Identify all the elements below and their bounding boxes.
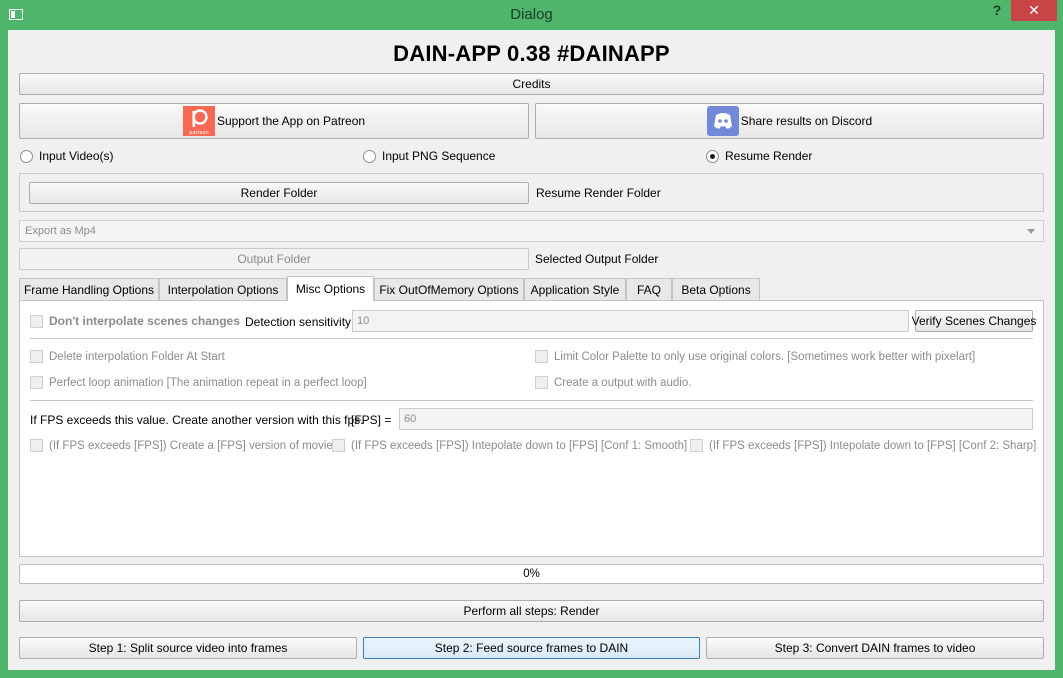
perfect-loop-label: Perfect loop animation [The animation re… bbox=[49, 376, 367, 389]
radio-indicator-checked bbox=[706, 149, 719, 163]
fps-create-version-label: (If FPS exceeds [FPS]) Create a [FPS] ve… bbox=[49, 439, 336, 452]
tab-fix-out-of-memory[interactable]: Fix OutOfMemory Options bbox=[374, 278, 524, 300]
output-folder-button[interactable]: Output Folder bbox=[19, 248, 529, 270]
patreon-logo-icon: patreon bbox=[182, 106, 215, 136]
checkbox-box bbox=[30, 439, 43, 452]
help-button[interactable]: ? bbox=[989, 2, 1005, 22]
radio-indicator bbox=[20, 149, 33, 163]
delete-folder-checkbox[interactable]: Delete interpolation Folder At Start bbox=[30, 350, 225, 363]
input-video-radio[interactable]: Input Video(s) bbox=[20, 149, 114, 163]
detection-sensitivity-input[interactable]: 10 bbox=[352, 310, 909, 332]
discord-logo-icon bbox=[706, 106, 739, 136]
tab-application-style[interactable]: Application Style bbox=[524, 278, 626, 300]
checkbox-box bbox=[690, 439, 703, 452]
export-format-value: Export as Mp4 bbox=[25, 225, 96, 237]
checkbox-box bbox=[535, 376, 548, 389]
render-progress-bar: 0% bbox=[19, 564, 1044, 584]
checkbox-box bbox=[30, 350, 43, 363]
close-button[interactable]: ✕ bbox=[1011, 0, 1057, 21]
dialog-window: Dialog ? ✕ DAIN-APP 0.38 #DAINAPP Credit… bbox=[0, 0, 1063, 678]
resume-render-radio[interactable]: Resume Render bbox=[706, 149, 812, 163]
app-heading: DAIN-APP 0.38 #DAINAPP bbox=[393, 41, 670, 66]
scene-change-label: Don't interpolate scenes changes bbox=[49, 314, 240, 328]
audio-output-label: Create a output with audio. bbox=[554, 376, 692, 389]
input-png-sequence-radio[interactable]: Input PNG Sequence bbox=[363, 149, 495, 163]
fps-create-version-checkbox[interactable]: (If FPS exceeds [FPS]) Create a [FPS] ve… bbox=[30, 439, 336, 452]
tab-faq[interactable]: FAQ bbox=[626, 278, 672, 300]
checkbox-box bbox=[30, 314, 43, 328]
step3-convert-button[interactable]: Step 3: Convert DAIN frames to video bbox=[706, 637, 1044, 659]
window-title: Dialog bbox=[510, 6, 553, 23]
render-folder-button[interactable]: Render Folder bbox=[29, 182, 529, 204]
fps-smooth-label: (If FPS exceeds [FPS]) Intepolate down t… bbox=[351, 439, 688, 452]
fps-sharp-label: (If FPS exceeds [FPS]) Intepolate down t… bbox=[709, 439, 1037, 452]
fps-equals-label: [FPS] = bbox=[351, 413, 392, 427]
audio-output-checkbox[interactable]: Create a output with audio. bbox=[535, 376, 691, 389]
discord-button-label: Share results on Discord bbox=[740, 114, 873, 128]
fps-smooth-checkbox[interactable]: (If FPS exceeds [FPS]) Intepolate down t… bbox=[332, 439, 687, 452]
tab-beta-options[interactable]: Beta Options bbox=[672, 278, 760, 300]
checkbox-box bbox=[535, 350, 548, 363]
discord-button[interactable]: Share results on Discord bbox=[535, 103, 1044, 139]
tab-misc-options[interactable]: Misc Options bbox=[287, 276, 374, 301]
input-png-sequence-label: Input PNG Sequence bbox=[382, 149, 496, 163]
radio-indicator bbox=[363, 149, 376, 163]
detection-sensitivity-label: Detection sensitivity: bbox=[245, 315, 355, 329]
patreon-button-label: Support the App on Patreon bbox=[216, 114, 366, 128]
scene-change-checkbox[interactable]: Don't interpolate scenes changes bbox=[30, 314, 240, 328]
patreon-button[interactable]: patreon Support the App on Patreon bbox=[19, 103, 529, 139]
checkbox-box bbox=[332, 439, 345, 452]
perfect-loop-checkbox[interactable]: Perfect loop animation [The animation re… bbox=[30, 376, 367, 389]
limit-palette-label: Limit Color Palette to only use original… bbox=[554, 350, 976, 363]
verify-scenes-button[interactable]: Verify Scenes Changes bbox=[912, 310, 1036, 332]
fps-sharp-checkbox[interactable]: (If FPS exceeds [FPS]) Intepolate down t… bbox=[690, 439, 1036, 452]
divider bbox=[30, 400, 1033, 401]
input-video-label: Input Video(s) bbox=[39, 149, 114, 163]
tab-frame-handling[interactable]: Frame Handling Options bbox=[19, 278, 159, 300]
progress-text: 0% bbox=[523, 568, 540, 580]
output-folder-label: Selected Output Folder bbox=[535, 252, 659, 266]
patreon-logo-text: patreon bbox=[189, 130, 208, 136]
divider bbox=[30, 338, 1033, 339]
step2-feed-dain-button[interactable]: Step 2: Feed source frames to DAIN bbox=[363, 637, 700, 659]
limit-palette-checkbox[interactable]: Limit Color Palette to only use original… bbox=[535, 350, 975, 363]
export-format-select[interactable]: Export as Mp4 bbox=[19, 220, 1044, 242]
resume-render-group: Render Folder Resume Render Folder bbox=[19, 173, 1044, 212]
credits-button[interactable]: Credits bbox=[19, 73, 1044, 95]
step1-split-button[interactable]: Step 1: Split source video into frames bbox=[19, 637, 357, 659]
misc-options-pane: Don't interpolate scenes changes Detecti… bbox=[19, 300, 1044, 557]
resume-render-folder-label: Resume Render Folder bbox=[536, 186, 661, 200]
checkbox-box bbox=[30, 376, 43, 389]
resume-render-label: Resume Render bbox=[725, 149, 813, 163]
title-bar: Dialog ? ✕ bbox=[0, 0, 1063, 30]
fps-threshold-label: If FPS exceeds this value. Create anothe… bbox=[30, 413, 364, 427]
tab-interpolation[interactable]: Interpolation Options bbox=[159, 278, 287, 300]
chevron-down-icon bbox=[1027, 229, 1035, 234]
perform-all-steps-button[interactable]: Perform all steps: Render bbox=[19, 600, 1044, 622]
delete-folder-label: Delete interpolation Folder At Start bbox=[49, 350, 225, 363]
dialog-client-area: DAIN-APP 0.38 #DAINAPP Credits patreon S… bbox=[8, 30, 1055, 670]
fps-threshold-input[interactable]: 60 bbox=[399, 408, 1033, 430]
